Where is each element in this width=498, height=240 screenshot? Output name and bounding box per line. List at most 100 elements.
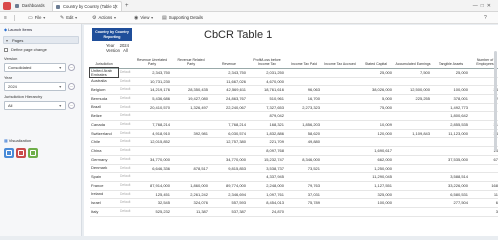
value-cell[interactable]: 2,261,242 [172,190,210,200]
value-cell[interactable] [322,103,358,113]
edit-view-button[interactable] [28,148,38,158]
value-cell[interactable] [286,146,322,156]
value-cell[interactable]: 277,504 [432,198,470,209]
table-row[interactable]: Ireland Default 125,451 2,261,242 2,346,694 1… [90,190,498,200]
value-cell[interactable] [394,190,432,200]
value-cell[interactable]: 325,000 [358,190,394,200]
value-cell[interactable]: 1,127,551 [358,181,394,191]
value-cell[interactable] [172,111,210,121]
value-cell[interactable]: 18,761,616 [248,85,286,95]
value-cell[interactable] [172,155,210,165]
jurisdiction-hierarchy-select[interactable]: All ▼ [4,101,66,110]
value-cell[interactable]: 11,123,000 [432,129,470,139]
value-cell[interactable] [286,172,322,182]
value-cell[interactable] [322,77,358,87]
value-cell[interactable]: 2,343,750 [132,68,172,78]
value-cell[interactable]: 662,000 [358,155,394,165]
define-page-change-row[interactable]: Define page change [4,47,47,53]
value-cell[interactable]: 8,346,000 [286,155,322,165]
value-cell[interactable]: 42,569,611 [210,85,248,95]
table-row[interactable]: ChinaDefault8,097,7681,690,61714 [90,146,498,156]
value-cell[interactable] [432,164,470,174]
value-cell[interactable]: 22,240,067 [210,103,248,113]
table-row[interactable]: Canada Default 7,768,214 7,768,214 168,321 1,… [90,120,498,130]
value-cell[interactable]: 75,000 [358,103,394,113]
value-cell[interactable]: 6 [470,198,498,209]
value-cell[interactable]: 4,670,000 [248,77,286,87]
value-cell[interactable]: 4,918,910 [132,129,172,139]
column-header[interactable]: Revenue Related Party [172,54,210,69]
minimize-icon[interactable]: — [473,3,481,9]
value-cell[interactable] [322,164,358,174]
value-cell[interactable]: 100,000 [358,198,394,209]
value-cell[interactable]: 392,981 [172,129,210,139]
table-view-button[interactable] [4,148,14,158]
file-menu[interactable]: ▭ File▼ [28,13,46,23]
value-cell[interactable] [322,129,358,139]
value-cell[interactable]: 89,774,000 [210,181,248,191]
value-cell[interactable]: 75,789 [286,198,322,209]
value-cell[interactable]: 557,593 [210,198,248,209]
value-cell[interactable]: 3,588,514 [432,172,470,182]
value-cell[interactable]: 32,545 [132,198,172,209]
value-cell[interactable]: 4,337,945 [248,172,286,182]
jurisdiction-cell[interactable]: Bermuda [90,94,118,104]
value-cell[interactable]: 2,343,750 [210,68,248,78]
jurisdiction-cell[interactable]: Italy [90,207,118,217]
value-cell[interactable]: 1,800,642 [432,111,470,121]
jurisdiction-cell[interactable]: France [90,181,118,191]
value-cell[interactable]: 5,436,686 [132,94,172,104]
value-cell[interactable] [286,207,322,217]
value-cell[interactable]: 73,521 [286,164,322,174]
value-cell[interactable]: 168 [470,181,498,191]
value-cell[interactable]: 6,580,531 [432,190,470,200]
value-cell[interactable] [432,207,470,217]
value-cell[interactable]: 6,030,574 [210,129,248,139]
value-cell[interactable]: 24,870 [248,207,286,217]
value-cell[interactable]: 19,427,080 [172,94,210,104]
jurisdiction-cell[interactable]: Denmark [90,164,118,174]
value-cell[interactable]: 11,387 [172,207,210,217]
jurisdiction-cell[interactable]: Belgium [90,85,118,95]
value-cell[interactable] [322,198,358,209]
value-cell[interactable] [322,190,358,200]
value-cell[interactable]: 12,757,380 [210,137,248,148]
value-cell[interactable]: 1,326,497 [172,103,210,113]
value-cell[interactable] [132,146,172,156]
value-cell[interactable]: 9,815,853 [210,164,248,174]
column-header[interactable]: Tangible Assets [432,54,470,69]
value-cell[interactable] [172,146,210,156]
value-cell[interactable]: 7,768,214 [132,120,172,130]
value-cell[interactable]: 1,856,203 [286,120,322,130]
value-cell[interactable]: 87,914,000 [132,181,172,191]
value-cell[interactable] [394,137,432,148]
value-cell[interactable]: 14,219,176 [132,85,172,95]
value-cell[interactable] [172,137,210,148]
actions-menu[interactable]: ⚙ Actions▼ [92,13,117,23]
jurisdiction-cell[interactable]: Canada [90,120,118,130]
value-cell[interactable]: 6,646,336 [132,164,172,174]
value-cell[interactable]: 11,667,026 [210,77,248,87]
value-cell[interactable]: 525,232 [132,207,172,217]
value-cell[interactable]: 510,961 [248,94,286,104]
close-window-icon[interactable]: ✕ [487,3,494,9]
table-row[interactable]: United Arab Emirates Default 2,343,750 2,34… [89,67,498,78]
value-cell[interactable]: 1,109,843 [394,129,432,139]
value-cell[interactable]: 1,832,886 [248,129,286,139]
table-row[interactable]: Bermuda Default 5,436,686 19,427,080 24,863,… [90,94,498,104]
column-header[interactable]: Jurisdiction [90,54,118,69]
version-select[interactable]: Consolidated ▼ [4,63,66,72]
year-options-button[interactable]: ⋯ [68,83,75,90]
column-header[interactable]: Profit/Loss before Income Tax [248,54,286,69]
help-button[interactable]: ? [484,13,489,23]
edit-menu[interactable]: ✎ Edit▼ [60,13,78,23]
table-row[interactable]: Spain Default 4,337,945 11,290,045 3,588,514 [90,172,498,182]
value-cell[interactable] [394,198,432,209]
value-cell[interactable]: 1,097,761 [248,190,286,200]
value-cell[interactable] [210,146,248,156]
table-row[interactable]: Australia Default 10,731,230 11,667,026 4,67… [90,77,498,87]
value-cell[interactable] [394,164,432,174]
value-cell[interactable] [358,207,394,217]
table-row[interactable]: Switzerland Default 4,918,910 392,981 6,030,… [90,129,498,139]
value-cell[interactable]: 879,042 [248,111,286,121]
